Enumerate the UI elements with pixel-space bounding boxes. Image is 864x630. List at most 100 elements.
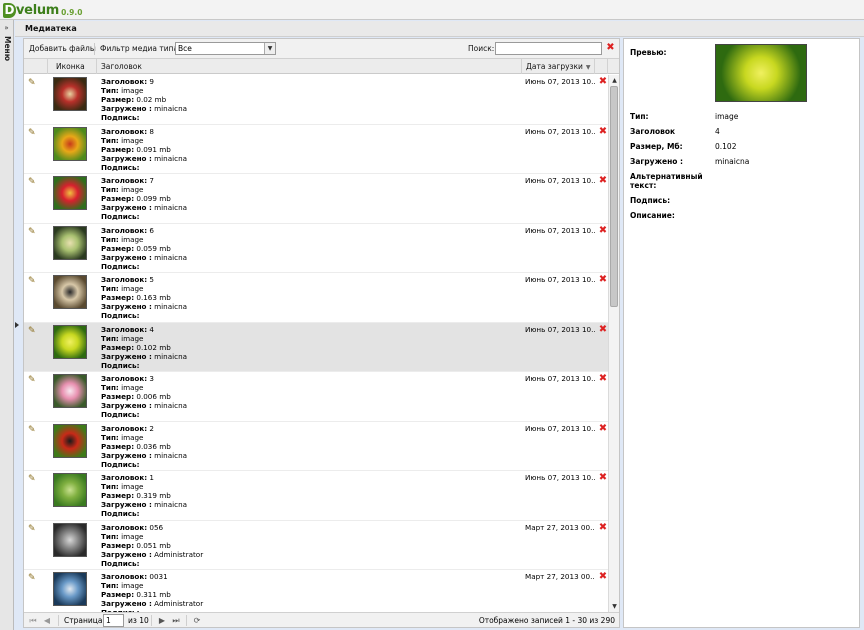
- media-thumbnail[interactable]: [53, 275, 87, 309]
- table-row[interactable]: ✎ Заголовок: 0031 Тип: image Размер: 0.311 …: [24, 570, 608, 613]
- media-uploaded-line: Загружено : minaicna: [101, 203, 501, 212]
- scrollbar-thumb[interactable]: [610, 86, 618, 307]
- search-label: Поиск:: [468, 44, 495, 53]
- delete-icon[interactable]: ✖: [598, 473, 608, 483]
- edit-pencil-icon[interactable]: ✎: [28, 326, 38, 336]
- delete-icon[interactable]: ✖: [598, 324, 608, 335]
- sort-desc-icon[interactable]: ▼: [586, 64, 591, 71]
- media-title: 0031: [149, 572, 168, 581]
- table-row[interactable]: ✎ Заголовок: 056 Тип: image Размер: 0.051 m…: [24, 521, 608, 570]
- media-type-line: Тип: image: [101, 185, 501, 194]
- media-title: 8: [149, 126, 154, 136]
- grid-scrollbar[interactable]: ▲ ▼: [608, 75, 619, 612]
- last-page-icon[interactable]: ⏭: [171, 615, 181, 626]
- double-chevron-right-icon[interactable]: »: [2, 24, 11, 33]
- delete-icon[interactable]: ✖: [598, 77, 608, 87]
- media-info: Заголовок: 056 Тип: image Размер: 0.051 mb…: [101, 523, 501, 568]
- table-row[interactable]: ✎ Заголовок: 2 Тип: image Размер: 0.036 mb З…: [24, 422, 608, 471]
- delete-icon[interactable]: ✖: [598, 126, 608, 137]
- edit-pencil-icon[interactable]: ✎: [28, 573, 38, 583]
- media-thumbnail[interactable]: [53, 176, 87, 210]
- field-label: Заголовок:: [101, 374, 148, 383]
- media-type-filter-select[interactable]: Все ▼: [175, 42, 276, 55]
- delete-icon[interactable]: ✖: [598, 522, 608, 533]
- edit-pencil-icon[interactable]: ✎: [28, 128, 38, 138]
- table-row[interactable]: ✎ Заголовок: 1 Тип: image Размер: 0.319 mb З…: [24, 471, 608, 521]
- media-thumbnail[interactable]: [53, 522, 87, 557]
- menu-label[interactable]: Меню: [0, 36, 14, 76]
- media-thumbnail[interactable]: [53, 423, 87, 458]
- media-caption-line: Подпись:: [101, 509, 501, 518]
- upload-date: Июнь 07, 2013 10...: [525, 423, 595, 433]
- column-header-date[interactable]: Дата загрузки ▼: [522, 59, 595, 74]
- field-label: Тип:: [101, 482, 119, 491]
- table-row[interactable]: ✎ Заголовок: 6 Тип: image Размер: 0.059 mb З…: [24, 224, 608, 273]
- chevron-down-icon[interactable]: ▼: [264, 43, 275, 54]
- search-input[interactable]: [495, 42, 602, 55]
- media-type: image: [121, 432, 144, 442]
- delete-icon[interactable]: ✖: [598, 374, 608, 384]
- page-number-input[interactable]: 1: [103, 614, 124, 627]
- delete-icon[interactable]: ✖: [598, 275, 608, 285]
- media-type-line: Тип: image: [101, 532, 501, 541]
- media-thumbnail[interactable]: [53, 225, 87, 260]
- next-page-icon[interactable]: ▶: [157, 615, 167, 626]
- edit-pencil-icon[interactable]: ✎: [28, 425, 38, 435]
- delete-icon[interactable]: ✖: [598, 176, 608, 186]
- media-info: Заголовок: 6 Тип: image Размер: 0.059 mb За…: [101, 226, 501, 271]
- media-thumbnail[interactable]: [53, 324, 87, 359]
- edit-pencil-icon[interactable]: ✎: [28, 474, 38, 484]
- table-row[interactable]: ✎ Заголовок: 7 Тип: image Размер: 0.099 mb З…: [24, 174, 608, 224]
- add-files-button[interactable]: Добавить файлы: [29, 44, 96, 53]
- scroll-up-icon[interactable]: ▲: [610, 76, 619, 85]
- media-info: Заголовок: 0031 Тип: image Размер: 0.311 m…: [101, 572, 501, 612]
- media-type-line: Тип: image: [101, 136, 501, 145]
- refresh-icon[interactable]: ⟳: [192, 615, 202, 626]
- edit-pencil-icon[interactable]: ✎: [28, 177, 38, 187]
- delete-icon[interactable]: ✖: [598, 572, 608, 582]
- prev-page-icon[interactable]: ◀: [42, 615, 52, 626]
- edit-pencil-icon[interactable]: ✎: [28, 524, 38, 534]
- media-title: 7: [149, 176, 154, 185]
- edit-pencil-icon[interactable]: ✎: [28, 227, 38, 237]
- media-size: 0.036 mb: [136, 441, 171, 451]
- field-label: Тип:: [101, 135, 119, 145]
- field-label: Подпись:: [101, 311, 140, 320]
- upload-date: Март 27, 2013 00...: [525, 572, 595, 581]
- edit-pencil-icon[interactable]: ✎: [28, 78, 38, 88]
- table-row[interactable]: ✎ Заголовок: 9 Тип: image Размер: 0.02 mb За…: [24, 75, 608, 125]
- media-thumbnail[interactable]: [53, 473, 87, 507]
- delete-icon[interactable]: ✖: [598, 423, 608, 434]
- media-size-line: Размер: 0.051 mb: [101, 541, 501, 550]
- table-row[interactable]: ✎ Заголовок: 3 Тип: image Размер: 0.006 mb З…: [24, 372, 608, 422]
- edit-pencil-icon[interactable]: ✎: [28, 375, 38, 385]
- media-thumbnail[interactable]: [53, 572, 87, 606]
- media-uploaded-by: minaicna: [154, 252, 188, 262]
- preview-uploaded-value: minaicna: [715, 157, 750, 166]
- field-label: Размер:: [101, 243, 135, 253]
- media-thumbnail[interactable]: [53, 374, 87, 408]
- media-thumbnail[interactable]: [53, 126, 87, 161]
- clear-search-icon[interactable]: ✖: [605, 42, 616, 54]
- media-size-line: Размер: 0.036 mb: [101, 442, 501, 451]
- field-label: Тип:: [101, 581, 119, 590]
- delete-icon[interactable]: ✖: [598, 225, 608, 236]
- table-row[interactable]: ✎ Заголовок: 4 Тип: image Размер: 0.102 mb З…: [24, 322, 608, 372]
- media-uploaded-line: Загружено : Administrator: [101, 550, 501, 559]
- table-row[interactable]: ✎ Заголовок: 8 Тип: image Размер: 0.091 mb З…: [24, 125, 608, 174]
- first-page-icon[interactable]: ⏮: [28, 615, 38, 626]
- field-label: Заголовок:: [101, 473, 148, 482]
- app-logo[interactable]: D velum 0.9.0: [3, 2, 82, 18]
- column-header-icon[interactable]: Иконка: [48, 59, 97, 74]
- table-row[interactable]: ✎ Заголовок: 5 Тип: image Размер: 0.163 mb З…: [24, 273, 608, 323]
- media-thumbnail[interactable]: [53, 77, 87, 111]
- column-header-title[interactable]: Заголовок: [97, 59, 522, 74]
- media-type: image: [121, 383, 144, 392]
- media-type-line: Тип: image: [101, 581, 501, 590]
- menu-sidebar-collapsed[interactable]: » Меню: [0, 20, 14, 630]
- media-uploaded-line: Загружено : minaicna: [101, 302, 501, 311]
- scroll-down-icon[interactable]: ▼: [610, 602, 619, 611]
- media-uploaded-by: minaicna: [154, 104, 188, 113]
- edit-pencil-icon[interactable]: ✎: [28, 276, 38, 286]
- field-label: Подпись:: [101, 509, 140, 518]
